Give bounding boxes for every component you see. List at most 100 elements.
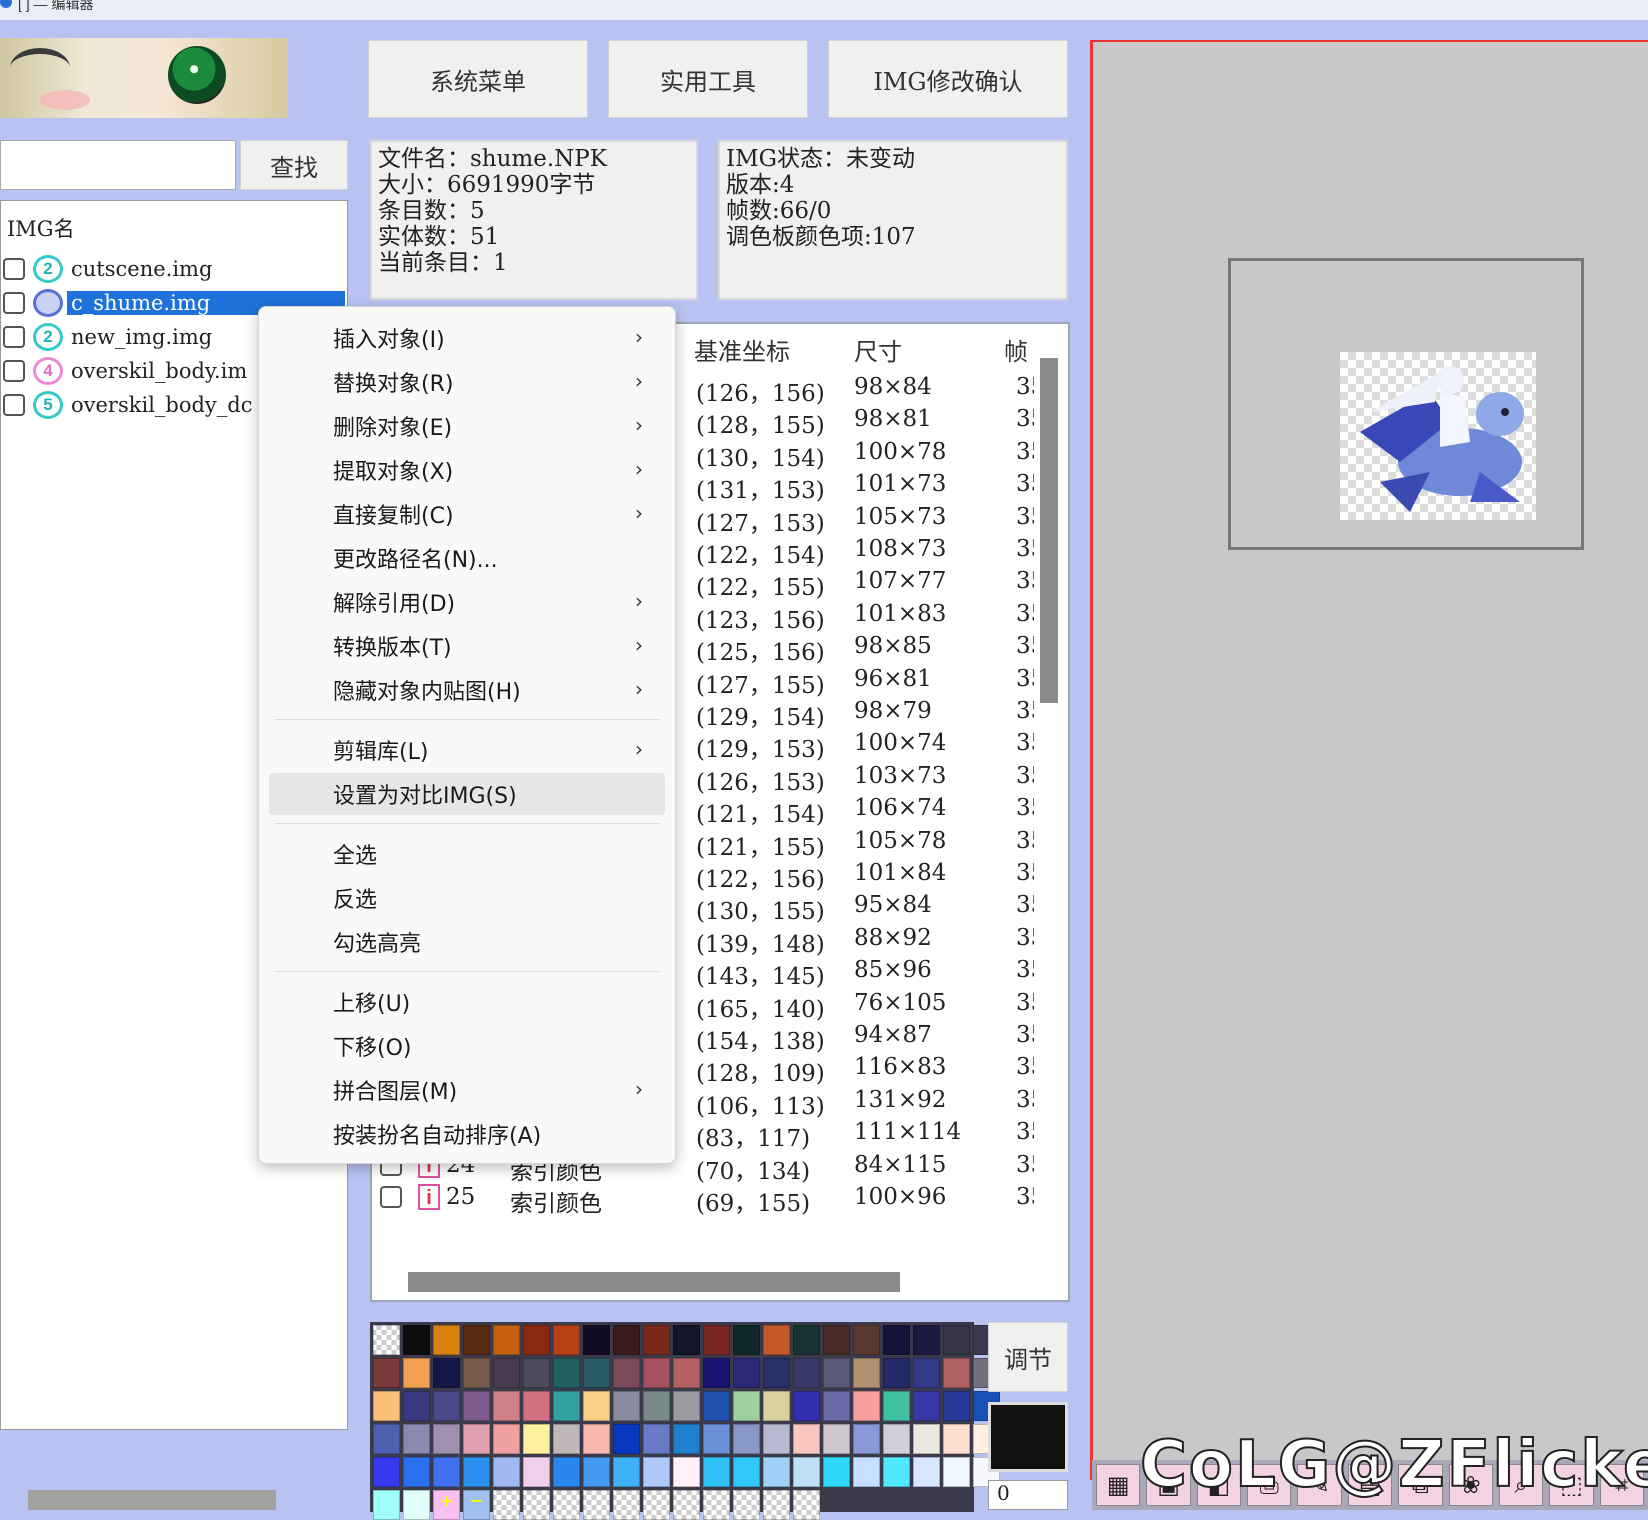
frame-list-vscrollbar[interactable] <box>1040 358 1058 703</box>
palette-swatch[interactable] <box>823 1325 850 1355</box>
menu-item[interactable]: 更改路径名(N)... <box>269 537 665 579</box>
grid-icon[interactable]: ▦ <box>1096 1464 1141 1506</box>
palette-swatch[interactable] <box>883 1424 910 1454</box>
palette-swatch[interactable] <box>583 1325 610 1355</box>
palette-swatch[interactable] <box>703 1490 730 1520</box>
palette-swatch[interactable] <box>913 1325 940 1355</box>
palette-swatch[interactable] <box>613 1358 640 1388</box>
palette-swatch[interactable] <box>523 1457 550 1487</box>
menu-item[interactable]: 拼合图层(M) › <box>269 1069 665 1111</box>
img-list-scrollbar[interactable] <box>28 1490 276 1510</box>
palette-swatch[interactable] <box>463 1391 490 1421</box>
palette-swatch[interactable] <box>583 1457 610 1487</box>
palette-swatch[interactable] <box>613 1424 640 1454</box>
palette-swatch[interactable] <box>913 1358 940 1388</box>
palette-swatch[interactable] <box>733 1358 760 1388</box>
search-input[interactable] <box>0 140 236 190</box>
column-header-frame[interactable]: 帧 <box>1004 332 1030 367</box>
palette-swatch[interactable] <box>943 1424 970 1454</box>
palette-swatch[interactable] <box>403 1358 430 1388</box>
palette-swatch[interactable] <box>793 1358 820 1388</box>
palette-swatch[interactable] <box>883 1325 910 1355</box>
palette-swatch[interactable] <box>553 1490 580 1520</box>
palette-swatch[interactable] <box>763 1457 790 1487</box>
palette-swatch[interactable] <box>493 1325 520 1355</box>
palette-swatch[interactable] <box>403 1457 430 1487</box>
palette-swatch[interactable] <box>823 1358 850 1388</box>
palette-swatch[interactable] <box>883 1457 910 1487</box>
palette-swatch[interactable] <box>853 1358 880 1388</box>
palette-swatch[interactable] <box>493 1424 520 1454</box>
palette-swatch[interactable] <box>733 1391 760 1421</box>
palette-swatch[interactable] <box>853 1457 880 1487</box>
palette-swatch[interactable] <box>913 1457 940 1487</box>
palette-swatch[interactable] <box>913 1391 940 1421</box>
palette-swatch[interactable] <box>853 1424 880 1454</box>
palette-swatch[interactable] <box>853 1325 880 1355</box>
palette-swatch[interactable] <box>673 1457 700 1487</box>
menu-item[interactable]: 反选 <box>269 877 665 919</box>
palette-swatch[interactable]: − <box>463 1490 490 1520</box>
palette-swatch[interactable] <box>373 1325 400 1355</box>
preview-area[interactable] <box>1090 40 1648 1480</box>
palette-swatch[interactable] <box>763 1325 790 1355</box>
current-color-swatch[interactable] <box>988 1402 1068 1472</box>
palette-swatch[interactable] <box>793 1490 820 1520</box>
palette-swatch[interactable] <box>943 1391 970 1421</box>
column-header-size[interactable]: 尺寸 <box>854 332 902 367</box>
palette-swatch[interactable] <box>643 1457 670 1487</box>
palette-swatch[interactable] <box>763 1358 790 1388</box>
menu-item[interactable]: 转换版本(T) › <box>269 625 665 667</box>
menu-item[interactable]: 删除对象(E) › <box>269 405 665 447</box>
palette-swatch[interactable] <box>823 1457 850 1487</box>
palette-swatch[interactable] <box>673 1358 700 1388</box>
palette-swatch[interactable] <box>793 1391 820 1421</box>
search-button[interactable]: 查找 <box>240 140 348 190</box>
menu-item[interactable]: 按装扮名自动排序(A) <box>269 1113 665 1155</box>
checkbox[interactable] <box>3 394 25 416</box>
palette-swatch[interactable] <box>523 1358 550 1388</box>
menu-item[interactable]: 直接复制(C) › <box>269 493 665 535</box>
adjust-button[interactable]: 调节 <box>988 1322 1068 1392</box>
palette-swatch[interactable] <box>883 1391 910 1421</box>
palette-swatch[interactable] <box>493 1490 520 1520</box>
menu-item[interactable]: 插入对象(I) › <box>269 317 665 359</box>
palette-swatch[interactable] <box>823 1424 850 1454</box>
menu-item[interactable]: 全选 <box>269 833 665 875</box>
palette-swatch[interactable] <box>523 1391 550 1421</box>
palette-swatch[interactable] <box>673 1490 700 1520</box>
palette-swatch[interactable] <box>373 1490 400 1520</box>
palette-swatch[interactable] <box>403 1391 430 1421</box>
palette-swatch[interactable] <box>943 1457 970 1487</box>
palette-swatch[interactable] <box>553 1325 580 1355</box>
palette-swatch[interactable] <box>823 1391 850 1421</box>
checkbox[interactable] <box>3 258 25 280</box>
palette-swatch[interactable] <box>733 1424 760 1454</box>
palette-swatch[interactable] <box>403 1325 430 1355</box>
palette-swatch[interactable] <box>433 1358 460 1388</box>
palette-swatch[interactable] <box>583 1358 610 1388</box>
palette-swatch[interactable] <box>703 1358 730 1388</box>
menu-item[interactable]: 设置为对比IMG(S) <box>269 773 665 815</box>
palette-swatch[interactable] <box>433 1325 460 1355</box>
palette-swatch[interactable] <box>463 1358 490 1388</box>
palette-swatch[interactable] <box>553 1358 580 1388</box>
palette-swatch[interactable] <box>373 1424 400 1454</box>
palette-swatch[interactable] <box>403 1424 430 1454</box>
palette-swatch[interactable] <box>373 1358 400 1388</box>
palette-swatch[interactable] <box>733 1490 760 1520</box>
palette-swatch[interactable] <box>463 1457 490 1487</box>
menu-item[interactable]: 勾选高亮 <box>269 921 665 963</box>
palette-swatch[interactable] <box>613 1325 640 1355</box>
palette-swatch[interactable] <box>373 1457 400 1487</box>
color-palette[interactable]: + − <box>370 1322 1000 1520</box>
palette-swatch[interactable] <box>403 1490 430 1520</box>
palette-swatch[interactable] <box>433 1457 460 1487</box>
column-header-coord[interactable]: 基准坐标 <box>694 332 790 367</box>
palette-swatch[interactable] <box>613 1457 640 1487</box>
frame-row[interactable]: i25 索引颜色 (69，155) 100×96 35 <box>372 1182 1034 1217</box>
palette-swatch[interactable]: + <box>433 1490 460 1520</box>
palette-swatch[interactable] <box>523 1490 550 1520</box>
palette-swatch[interactable] <box>853 1391 880 1421</box>
palette-swatch[interactable] <box>583 1424 610 1454</box>
